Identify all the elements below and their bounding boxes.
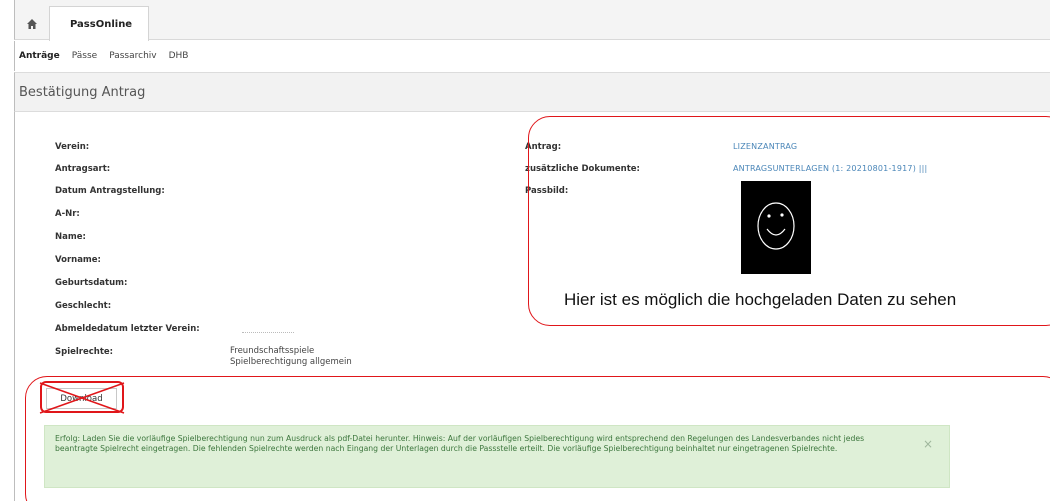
label-a-nr: A-Nr: xyxy=(55,209,80,219)
label-abmeldedatum: Abmeldedatum letzter Verein: xyxy=(55,324,200,334)
nav-antraege[interactable]: Anträge xyxy=(19,51,60,61)
tab-bar: PassOnline xyxy=(14,0,1050,41)
success-alert-text: Erfolg: Laden Sie die vorläufige Spielbe… xyxy=(55,434,865,453)
label-geburtsdatum: Geburtsdatum: xyxy=(55,278,128,288)
page-title: Bestätigung Antrag xyxy=(19,84,146,100)
annotation-text: Hier ist es möglich die hochgeladen Date… xyxy=(564,290,957,309)
close-icon[interactable]: × xyxy=(923,438,933,450)
tab-passonline[interactable]: PassOnline xyxy=(49,6,149,41)
label-antragsart: Antragsart: xyxy=(55,164,111,174)
label-vorname: Vorname: xyxy=(55,255,101,265)
home-icon xyxy=(27,19,37,29)
nav-paesse[interactable]: Pässe xyxy=(72,51,97,61)
home-tab[interactable] xyxy=(15,8,49,40)
download-button[interactable]: Download xyxy=(46,388,117,409)
redacted-value xyxy=(242,332,294,333)
nav-dhb[interactable]: DHB xyxy=(169,51,189,61)
label-spielrechte: Spielrechte: xyxy=(55,347,114,357)
sub-navigation: Anträge Pässe Passarchiv DHB xyxy=(14,41,1050,71)
label-datum-antragstellung: Datum Antragstellung: xyxy=(55,186,165,196)
label-name: Name: xyxy=(55,232,86,242)
nav-passarchiv[interactable]: Passarchiv xyxy=(109,51,156,61)
label-geschlecht: Geschlecht: xyxy=(55,301,112,311)
value-spielrecht-1: Freundschaftsspiele xyxy=(230,346,315,356)
success-alert: Erfolg: Laden Sie die vorläufige Spielbe… xyxy=(44,425,950,488)
page-title-bar: Bestätigung Antrag xyxy=(14,72,1050,112)
value-spielrecht-2: Spielberechtigung allgemein xyxy=(230,357,352,367)
label-verein: Verein: xyxy=(55,142,90,152)
